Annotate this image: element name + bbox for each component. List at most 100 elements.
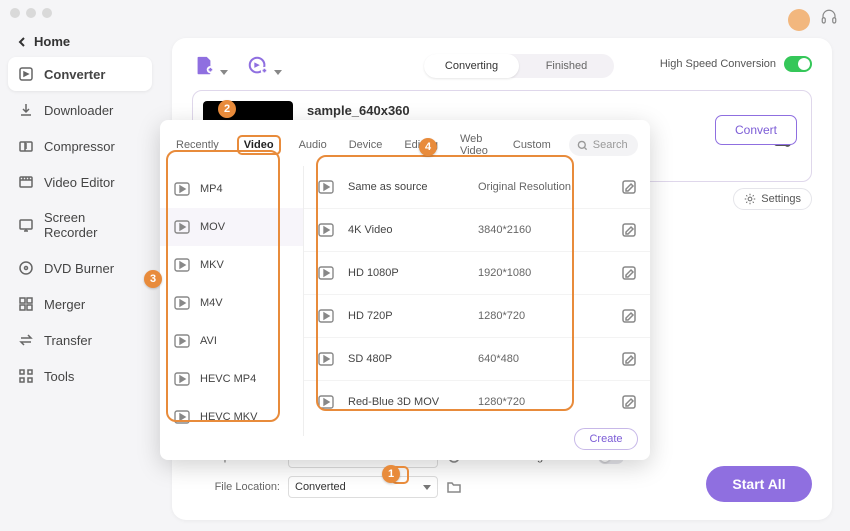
resolution-row[interactable]: 4K Video3840*2160 [304, 209, 650, 252]
format-list: MP4 MOV MKVM4V AVI HEVC MP4 HEVC MKV [160, 166, 304, 436]
screen-recorder-icon [18, 217, 34, 233]
file-location-select[interactable]: Converted [288, 476, 438, 498]
sidebar-item-label: Screen Recorder [44, 210, 142, 240]
add-file-icon[interactable] [192, 54, 216, 78]
sidebar-item-transfer[interactable]: Transfer [8, 323, 152, 357]
merger-icon [18, 296, 34, 312]
edit-icon[interactable] [622, 309, 636, 323]
badge-1: 1 [382, 465, 400, 483]
add-url-icon[interactable] [246, 54, 270, 78]
resolution-name: Red-Blue 3D MOV [348, 396, 478, 408]
avatar[interactable] [788, 9, 810, 31]
resolution-dim: 640*480 [478, 353, 622, 365]
format-icon [174, 258, 190, 272]
sidebar-item-label: Merger [44, 297, 85, 312]
resolution-list: Same as sourceOriginal Resolution4K Vide… [304, 166, 650, 436]
resolution-row[interactable]: HD 1080P1920*1080 [304, 252, 650, 295]
resolution-name: SD 480P [348, 353, 478, 365]
resolution-dim: Original Resolution [478, 181, 622, 193]
format-icon [174, 296, 190, 310]
settings-button[interactable]: Settings [733, 188, 812, 210]
file-title: sample_640x360 [307, 103, 410, 118]
edit-icon[interactable] [622, 266, 636, 280]
sidebar-item-screen-recorder[interactable]: Screen Recorder [8, 201, 152, 249]
add-file-dropdown[interactable] [220, 62, 228, 70]
tab-video[interactable]: Video [237, 135, 281, 155]
minimize-dot-icon[interactable] [26, 8, 36, 18]
play-icon [318, 395, 334, 409]
format-label: MOV [200, 221, 225, 233]
open-folder-icon[interactable] [446, 479, 462, 495]
format-icon [174, 220, 190, 234]
format-avi[interactable]: AVI [160, 322, 303, 360]
tab-custom[interactable]: Custom [509, 136, 555, 154]
compressor-icon [18, 138, 34, 154]
sidebar-item-label: Transfer [44, 333, 92, 348]
resolution-dim: 1920*1080 [478, 267, 622, 279]
edit-icon[interactable] [622, 395, 636, 409]
format-label: MP4 [200, 183, 223, 195]
resolution-row[interactable]: Same as sourceOriginal Resolution [304, 166, 650, 209]
format-popup: RecentlyVideoAudioDeviceEditingWeb Video… [160, 120, 650, 460]
play-icon [318, 180, 334, 194]
play-icon [318, 266, 334, 280]
sidebar-item-converter[interactable]: Converter [8, 57, 152, 91]
high-speed-label: High Speed Conversion [660, 58, 776, 70]
create-button[interactable]: Create [574, 428, 638, 450]
play-icon [318, 352, 334, 366]
sidebar-item-merger[interactable]: Merger [8, 287, 152, 321]
format-mov[interactable]: MOV [160, 208, 303, 246]
edit-icon[interactable] [622, 180, 636, 194]
convert-button[interactable]: Convert [715, 115, 797, 145]
format-mkv[interactable]: MKV [160, 246, 303, 284]
search-input[interactable]: Search [569, 134, 638, 156]
resolution-row[interactable]: Red-Blue 3D MOV1280*720 [304, 381, 650, 423]
tab-web-video[interactable]: Web Video [456, 130, 495, 160]
resolution-name: HD 1080P [348, 267, 478, 279]
segment-finished[interactable]: Finished [519, 54, 614, 78]
support-icon[interactable] [820, 8, 838, 31]
tab-device[interactable]: Device [345, 136, 387, 154]
tab-audio[interactable]: Audio [295, 136, 331, 154]
sidebar-item-video-editor[interactable]: Video Editor [8, 165, 152, 199]
format-label: AVI [200, 335, 217, 347]
sidebar-item-label: Video Editor [44, 175, 115, 190]
sidebar-item-compressor[interactable]: Compressor [8, 129, 152, 163]
sidebar-item-dvd-burner[interactable]: DVD Burner [8, 251, 152, 285]
resolution-row[interactable]: HD 720P1280*720 [304, 295, 650, 338]
resolution-dim: 3840*2160 [478, 224, 622, 236]
home-label: Home [34, 34, 70, 49]
format-mp4[interactable]: MP4 [160, 170, 303, 208]
badge-2: 2 [218, 100, 236, 118]
high-speed-toggle[interactable] [784, 56, 812, 72]
format-m4v[interactable]: M4V [160, 284, 303, 322]
close-dot-icon[interactable] [10, 8, 20, 18]
badge-4: 4 [419, 138, 437, 156]
add-url-dropdown[interactable] [274, 62, 282, 70]
home-link[interactable]: Home [8, 28, 152, 55]
format-icon [174, 372, 190, 386]
sidebar-item-tools[interactable]: Tools [8, 359, 152, 393]
edit-icon[interactable] [622, 352, 636, 366]
resolution-dim: 1280*720 [478, 310, 622, 322]
transfer-icon [18, 332, 34, 348]
format-label: HEVC MKV [200, 411, 257, 423]
window-controls[interactable] [10, 8, 52, 18]
sidebar-item-label: Converter [44, 67, 105, 82]
format-hevc-mkv[interactable]: HEVC MKV [160, 398, 303, 436]
resolution-row[interactable]: SD 480P640*480 [304, 338, 650, 381]
edit-icon[interactable] [622, 223, 636, 237]
format-icon [174, 334, 190, 348]
sidebar-item-downloader[interactable]: Downloader [8, 93, 152, 127]
downloader-icon [18, 102, 34, 118]
badge-3: 3 [144, 270, 162, 288]
maximize-dot-icon[interactable] [42, 8, 52, 18]
resolution-dim: 1280*720 [478, 396, 622, 408]
format-hevc-mp4[interactable]: HEVC MP4 [160, 360, 303, 398]
converter-icon [18, 66, 34, 82]
sidebar-item-label: Compressor [44, 139, 115, 154]
format-icon [174, 182, 190, 196]
tab-recently[interactable]: Recently [172, 136, 223, 154]
segment-converting[interactable]: Converting [424, 54, 519, 78]
start-all-button[interactable]: Start All [706, 466, 812, 502]
